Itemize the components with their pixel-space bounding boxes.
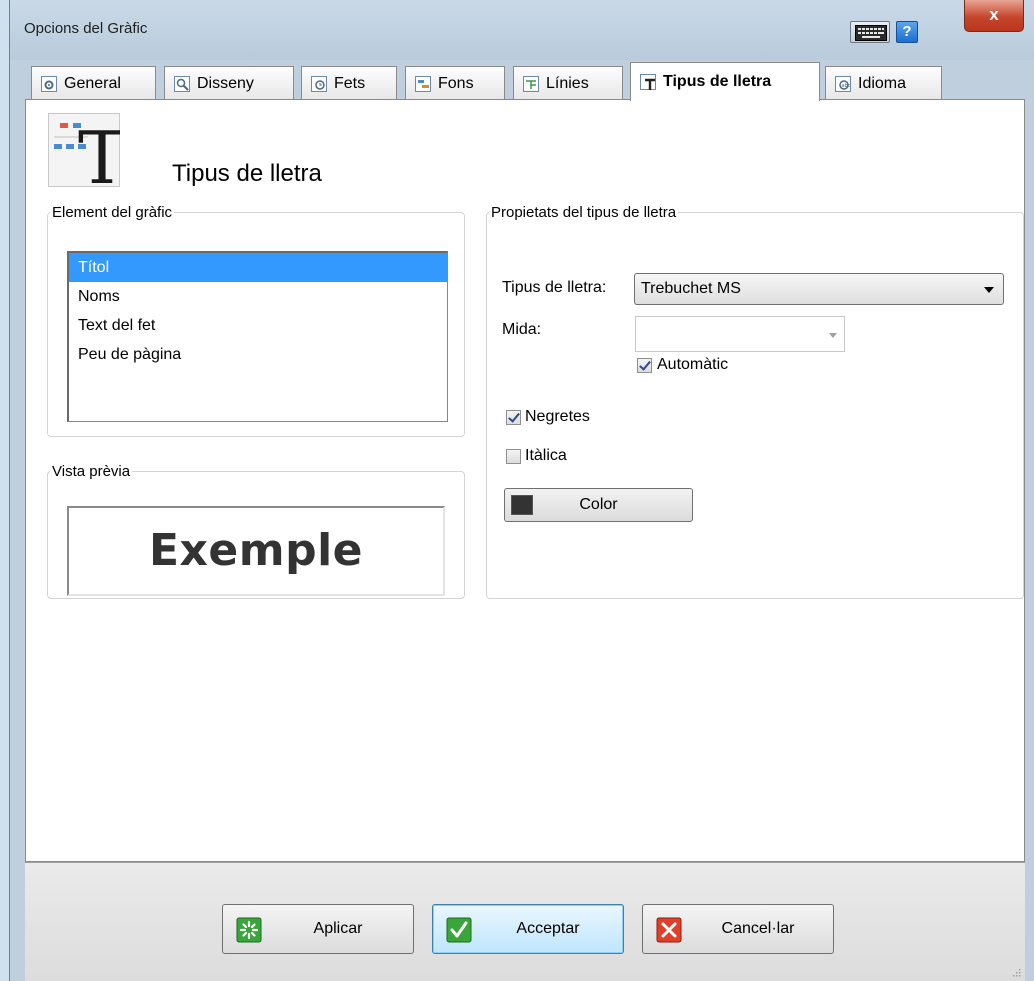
- size-combo[interactable]: [635, 316, 845, 352]
- page-title: Tipus de lletra: [172, 160, 322, 187]
- font-family-value: Trebuchet MS: [641, 280, 741, 297]
- tab-label: Tipus de lletra: [663, 73, 772, 90]
- tab-label: Idioma: [858, 74, 907, 92]
- button-bar: Aplicar Acceptar Cancel·lar: [25, 862, 1025, 981]
- language-doc-icon: abc: [835, 75, 851, 92]
- cancel-button[interactable]: Cancel·lar: [642, 904, 834, 954]
- font-header-icon: T: [48, 113, 120, 187]
- help-button[interactable]: ?: [896, 21, 918, 43]
- chevron-down-icon: [984, 287, 994, 293]
- preview-group: Vista prèvia Exemple: [47, 463, 465, 599]
- apply-label: Aplicar: [313, 920, 363, 937]
- tab-linies[interactable]: Línies: [513, 66, 623, 100]
- tab-label: Línies: [546, 74, 589, 92]
- list-item[interactable]: Títol: [69, 253, 447, 282]
- tab-tipus-de-lletra[interactable]: Tipus de lletra: [630, 62, 820, 101]
- list-item[interactable]: Noms: [69, 282, 447, 311]
- window-title: Opcions del Gràfic: [24, 20, 148, 37]
- clock-doc-icon: [311, 75, 327, 92]
- preview-box: Exemple: [67, 506, 445, 596]
- close-icon: [656, 917, 682, 943]
- group-legend: Element del gràfic: [52, 204, 173, 221]
- checkmark-icon: [446, 917, 472, 943]
- list-item[interactable]: Text del fet: [69, 311, 447, 340]
- tab-strip: General Disseny Fets Fons Línies Tipus d…: [25, 62, 1025, 101]
- automatic-label: Automàtic: [657, 356, 729, 373]
- font-doc-icon: [640, 74, 656, 90]
- chart-element-group: Element del gràfic Títol Noms Text del f…: [47, 204, 465, 437]
- group-legend: Propietats del tipus de lletra: [491, 204, 677, 221]
- title-bar: Opcions del Gràfic ? x: [10, 0, 1034, 60]
- apply-icon: [236, 917, 262, 943]
- background-doc-icon: [415, 75, 431, 92]
- italic-checkbox[interactable]: [506, 449, 521, 464]
- apply-button[interactable]: Aplicar: [222, 904, 414, 954]
- svg-text:T: T: [78, 116, 120, 187]
- font-family-label: Tipus de lletra:: [502, 279, 607, 296]
- bold-checkbox[interactable]: [506, 410, 521, 425]
- color-button-label: Color: [579, 496, 618, 513]
- chevron-down-icon: [829, 333, 837, 338]
- automatic-checkbox[interactable]: [637, 358, 652, 373]
- tab-panel: T Tipus de lletra Element del gràfic Tít…: [25, 99, 1025, 862]
- accept-label: Acceptar: [516, 920, 580, 937]
- cancel-label: Cancel·lar: [721, 920, 795, 937]
- preview-sample-text: Exemple: [148, 525, 364, 576]
- resize-grip-icon[interactable]: [1011, 967, 1021, 977]
- tab-label: General: [64, 74, 121, 92]
- bold-label: Negretes: [525, 408, 590, 425]
- color-button[interactable]: Color: [504, 488, 693, 522]
- gear-doc-icon: [41, 75, 57, 92]
- italic-label: Itàlica: [525, 447, 567, 464]
- tab-fons[interactable]: Fons: [405, 66, 505, 100]
- chart-element-list[interactable]: Títol Noms Text del fet Peu de pàgina: [67, 251, 448, 422]
- tab-label: Fets: [334, 74, 366, 92]
- keyboard-button[interactable]: [850, 21, 890, 43]
- tab-fets[interactable]: Fets: [301, 66, 397, 100]
- dialog-window: Opcions del Gràfic ? x General Disseny F…: [9, 0, 1034, 981]
- list-item[interactable]: Peu de pàgina: [69, 340, 447, 369]
- tab-disseny[interactable]: Disseny: [164, 66, 294, 100]
- tab-label: Disseny: [197, 74, 254, 92]
- close-button[interactable]: x: [964, 0, 1024, 32]
- keyboard-icon: [855, 25, 887, 41]
- svg-text:abc: abc: [842, 83, 851, 89]
- font-family-select[interactable]: Trebuchet MS: [634, 273, 1004, 305]
- accept-button[interactable]: Acceptar: [432, 904, 624, 954]
- group-legend: Vista prèvia: [52, 463, 131, 480]
- tab-idioma[interactable]: abc Idioma: [825, 66, 942, 100]
- size-label: Mida:: [502, 321, 542, 338]
- magnify-doc-icon: [174, 75, 190, 92]
- tab-general[interactable]: General: [31, 66, 156, 100]
- font-properties-group: Propietats del tipus de lletra Tipus de …: [486, 204, 1024, 599]
- lines-doc-icon: [523, 75, 539, 92]
- tab-label: Fons: [438, 74, 474, 92]
